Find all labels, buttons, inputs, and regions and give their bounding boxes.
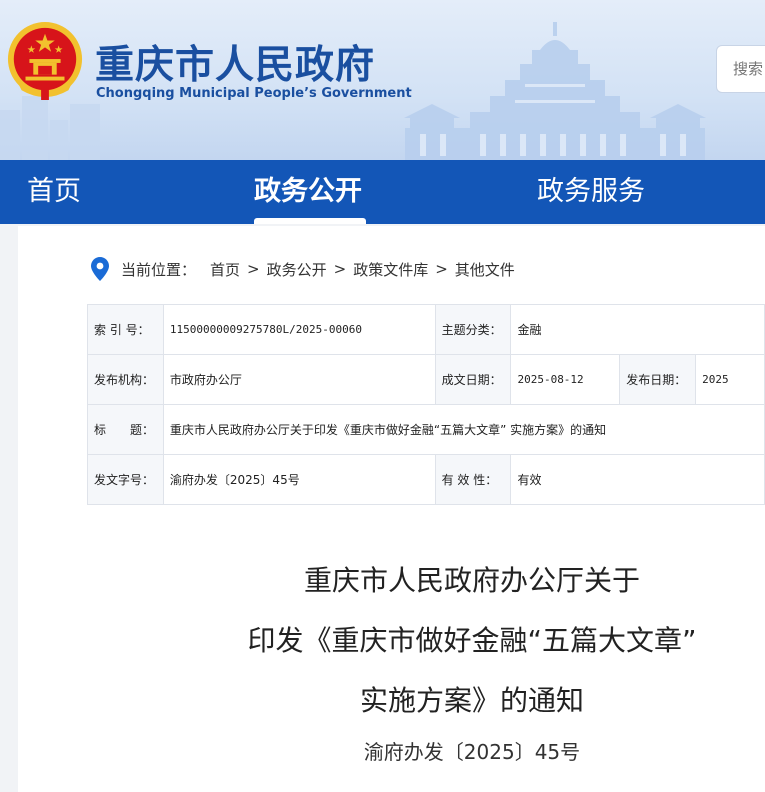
issuer-value: 市政府办公厅	[162, 354, 436, 405]
breadcrumb-separator: >	[247, 260, 260, 278]
validity-value: 有效	[510, 454, 765, 505]
document-title: 重庆市人民政府办公厅关于 印发《重庆市做好金融“五篇大文章” 实施方案》的通知	[18, 551, 765, 731]
breadcrumb-item-home[interactable]: 首页	[210, 259, 240, 280]
title-label: 标 题：	[87, 404, 164, 455]
site-subtitle: Chongqing Municipal People’s Government	[96, 86, 412, 101]
document-info-table: 索 引 号： 11500000009275780L/2025-00060 主题分…	[87, 304, 765, 505]
page: 重庆市人民政府 Chongqing Municipal People’s Gov…	[0, 0, 765, 792]
published-date-value: 2025	[695, 354, 765, 405]
nav-item-government-services[interactable]: 政务服务	[537, 160, 645, 224]
written-date-label: 成文日期：	[434, 354, 512, 405]
breadcrumb-item-other-documents[interactable]: 其他文件	[455, 259, 515, 280]
search-input[interactable]	[716, 45, 765, 93]
validity-label: 有 效 性：	[434, 454, 512, 505]
document-number-value: 渝府办发〔2025〕45号	[162, 454, 436, 505]
site-title: 重庆市人民政府	[95, 43, 376, 88]
index-number-value: 11500000009275780L/2025-00060	[162, 304, 436, 355]
breadcrumb-item-policy-library[interactable]: 政策文件库	[353, 259, 428, 280]
issuer-label: 发布机构：	[87, 354, 164, 405]
main-content: 当前位置： 首页 > 政务公开 > 政策文件库 > 其他文件 索 引 号： 11…	[18, 226, 765, 792]
topic-value: 金融	[510, 304, 765, 355]
document-title-line: 重庆市人民政府办公厅关于	[303, 564, 640, 597]
national-emblem	[7, 22, 83, 100]
location-pin-icon	[91, 257, 109, 281]
breadcrumb-prefix: 当前位置：	[121, 260, 197, 279]
document-number: 渝府办发〔2025〕45号	[363, 740, 581, 764]
breadcrumb-item-government-affairs[interactable]: 政务公开	[267, 259, 327, 280]
nav-active-indicator	[254, 218, 366, 224]
document-title-line: 印发《重庆市做好金融“五篇大文章”	[247, 624, 697, 657]
table-row: 标 题： 重庆市人民政府办公厅关于印发《重庆市做好金融“五篇大文章” 实施方案》…	[87, 404, 765, 455]
document-number-label: 发文字号：	[87, 454, 164, 505]
breadcrumb: 当前位置： 首页 > 政务公开 > 政策文件库 > 其他文件	[91, 256, 515, 282]
breadcrumb-separator: >	[435, 260, 448, 278]
document-title-line: 实施方案》的通知	[359, 684, 584, 717]
main-nav: 首页 政务公开 政务服务	[0, 160, 765, 224]
table-row: 索 引 号： 11500000009275780L/2025-00060 主题分…	[87, 304, 765, 355]
published-date-label: 发布日期：	[619, 354, 697, 405]
table-row: 发布机构： 市政府办公厅 成文日期： 2025-08-12 发布日期： 2025	[87, 354, 765, 405]
written-date-value: 2025-08-12	[510, 354, 621, 405]
index-number-label: 索 引 号：	[87, 304, 164, 355]
title-value: 重庆市人民政府办公厅关于印发《重庆市做好金融“五篇大文章” 实施方案》的通知	[162, 404, 765, 455]
nav-item-home[interactable]: 首页	[27, 160, 81, 224]
site-header: 重庆市人民政府 Chongqing Municipal People’s Gov…	[0, 0, 765, 160]
nav-item-government-affairs[interactable]: 政务公开	[254, 160, 362, 224]
topic-label: 主题分类：	[434, 304, 512, 355]
table-row: 发文字号： 渝府办发〔2025〕45号 有 效 性： 有效	[87, 454, 765, 505]
breadcrumb-separator: >	[333, 260, 347, 278]
